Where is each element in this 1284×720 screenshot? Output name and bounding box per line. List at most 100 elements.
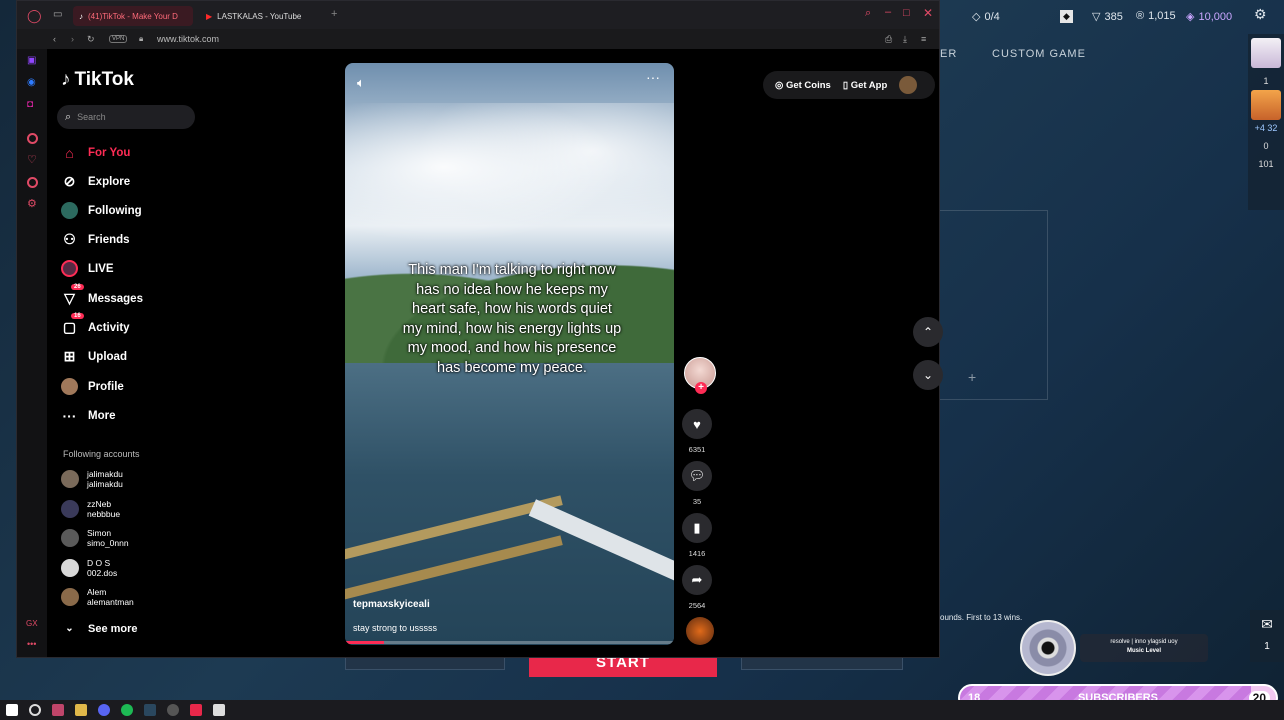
comment-button[interactable]: 💬︎ 35 xyxy=(681,461,713,506)
new-tab-icon[interactable]: + xyxy=(331,8,337,20)
comment-count: 35 xyxy=(692,497,702,506)
search-placeholder: Search xyxy=(77,112,106,122)
obs-icon[interactable] xyxy=(167,704,179,716)
chevron-up-icon: ⌃ xyxy=(922,325,934,339)
tab-overview-icon[interactable]: ▭ xyxy=(53,9,62,20)
volume-icon[interactable]: 🔈︎ xyxy=(357,75,365,91)
video-description: stay strong to usssss xyxy=(353,623,438,633)
following-account[interactable]: Alem alemantman xyxy=(61,587,134,607)
nav-following[interactable]: Following xyxy=(61,202,142,219)
nav-activity[interactable]: ▢ 16 Activity xyxy=(61,313,130,336)
tiktok-page: ♪ TikTok ⌕ Search ⌂ For You ⊘ Explore Follo… xyxy=(47,49,943,657)
tab-partial[interactable]: ER xyxy=(940,48,957,60)
mail-button[interactable]: ✉ 1 xyxy=(1250,610,1284,662)
get-app-button[interactable]: ▯ Get App xyxy=(843,80,887,91)
search-input[interactable]: ⌕ Search xyxy=(57,105,195,129)
menu-icon[interactable]: ≡ xyxy=(921,34,926,44)
tab-youtube[interactable]: ▶ LASTKALAS - YouTube xyxy=(200,6,320,26)
opera-logo-icon[interactable]: ◯ xyxy=(27,8,42,24)
search-icon[interactable]: ⌕ xyxy=(865,7,871,20)
share-button[interactable]: ➦ 2564 xyxy=(681,565,713,610)
discord-icon[interactable] xyxy=(98,704,110,716)
maximize-icon[interactable]: □ xyxy=(903,7,910,19)
card-icon[interactable]: ◆ xyxy=(1060,10,1073,23)
gx-icon[interactable]: GX xyxy=(26,619,38,628)
save-count: 1416 xyxy=(688,549,706,558)
kingdom-icon: ◈ xyxy=(1186,11,1195,23)
close-icon[interactable]: ✕ xyxy=(923,6,933,20)
agents-counter[interactable]: ◇ 0/4 xyxy=(972,10,1000,24)
video-player[interactable]: 🔈︎ ··· This man I'm talking to right now… xyxy=(345,63,674,645)
see-more-link[interactable]: ⌄ See more xyxy=(61,620,137,637)
spotify-icon[interactable] xyxy=(121,704,133,716)
tab-custom-game[interactable]: CUSTOM GAME xyxy=(992,48,1086,60)
video-progress-bar[interactable] xyxy=(345,641,674,644)
tab-label: (41)TikTok - Make Your D xyxy=(88,11,178,21)
next-video-button[interactable]: ⌄ xyxy=(913,360,943,390)
avatar xyxy=(61,500,79,518)
previous-video-button[interactable]: ⌃ xyxy=(913,317,943,347)
url-field[interactable]: www.tiktok.com xyxy=(157,34,219,44)
folder-icon[interactable] xyxy=(75,704,87,716)
nav-messages[interactable]: ▽ 26 Messages xyxy=(61,284,143,307)
music-disc-icon[interactable] xyxy=(686,617,714,645)
nav-upload[interactable]: ⊞ Upload xyxy=(61,348,127,365)
valorant-icon[interactable] xyxy=(190,704,202,716)
settings-icon[interactable]: ⚙ xyxy=(1254,6,1267,23)
minimize-icon[interactable]: – xyxy=(885,6,891,18)
save-button[interactable]: ▮ 1416 xyxy=(681,513,713,558)
nav-profile[interactable]: Profile xyxy=(61,378,124,395)
user-avatar[interactable] xyxy=(899,76,918,94)
more-options-icon[interactable]: ··· xyxy=(646,69,660,85)
opera-taskbar-icon[interactable] xyxy=(52,704,64,716)
settings-icon[interactable]: ⚙ xyxy=(27,197,37,210)
nav-more[interactable]: ··· More xyxy=(61,407,116,424)
following-account[interactable]: D O S 002.dos xyxy=(61,558,117,578)
following-account[interactable]: jalimakdu jalimakdu xyxy=(61,469,123,489)
history-icon[interactable] xyxy=(27,177,38,188)
browser-window: ◯ ▭ ♪ (41)TikTok - Make Your D ▶ LASTKAL… xyxy=(16,0,943,658)
more-dots-icon[interactable]: ••• xyxy=(27,639,36,649)
app-icon[interactable] xyxy=(213,704,225,716)
vpn-badge[interactable]: VPN xyxy=(109,35,128,43)
extensions-icon[interactable]: ⎙ xyxy=(885,34,892,45)
search-icon[interactable] xyxy=(29,704,41,716)
forward-icon[interactable]: › xyxy=(71,34,74,44)
player-icon[interactable] xyxy=(27,133,38,144)
more-icon: ··· xyxy=(62,407,77,424)
instagram-icon[interactable]: ◘ xyxy=(27,99,33,110)
following-account[interactable]: Simon simo_0nnn xyxy=(61,528,129,548)
nav-explore[interactable]: ⊘ Explore xyxy=(61,173,131,190)
follow-button[interactable]: + xyxy=(695,382,707,394)
messenger-icon[interactable]: ◉ xyxy=(27,77,36,88)
game-top-bar: ◇ 0/4 ◆ ▽ 385 ® 1,015 ◈ 10,000 ⚙ xyxy=(940,0,1284,34)
music-title: Music Level xyxy=(1126,648,1161,654)
back-icon[interactable]: ‹ xyxy=(53,34,56,44)
reload-icon[interactable]: ↻ xyxy=(87,34,95,45)
compass-icon: ⊘ xyxy=(63,173,76,189)
tab-tiktok[interactable]: ♪ (41)TikTok - Make Your D xyxy=(73,6,193,26)
address-bar: ‹ › ↻ VPN 🔒︎ www.tiktok.com ⎙ ⤓ ≡ xyxy=(17,29,939,49)
activity-icon: ▢ 16 xyxy=(61,313,84,336)
party-stat-1: 1 xyxy=(1263,76,1269,86)
windows-start-icon[interactable] xyxy=(6,704,18,716)
steam-icon[interactable] xyxy=(144,704,156,716)
following-account[interactable]: zzNeb nebbbue xyxy=(61,499,120,519)
nav-for-you[interactable]: ⌂ For You xyxy=(61,144,130,161)
party-avatar[interactable] xyxy=(1251,90,1281,120)
video-username[interactable]: tepmaxskyiceali xyxy=(353,599,430,610)
get-coins-button[interactable]: ◎ Get Coins xyxy=(775,80,831,91)
currency-c: ◈ 10,000 xyxy=(1186,10,1233,24)
party-avatar[interactable] xyxy=(1251,38,1281,68)
twitch-icon[interactable]: ▣ xyxy=(27,55,36,66)
home-icon: ⌂ xyxy=(65,144,74,161)
tiktok-logo[interactable]: ♪ TikTok xyxy=(61,69,134,91)
download-icon[interactable]: ⤓ xyxy=(903,34,907,45)
nav-friends[interactable]: ⚇ Friends xyxy=(61,231,129,248)
search-icon: ⌕ xyxy=(65,110,72,123)
heart-icon[interactable]: ♡ xyxy=(27,153,37,166)
comment-icon: 💬︎ xyxy=(682,461,712,491)
nav-live[interactable]: LIVE xyxy=(61,260,114,277)
tiktok-icon: ♪ xyxy=(79,11,83,21)
like-button[interactable]: ♥ 6351 xyxy=(681,409,713,454)
